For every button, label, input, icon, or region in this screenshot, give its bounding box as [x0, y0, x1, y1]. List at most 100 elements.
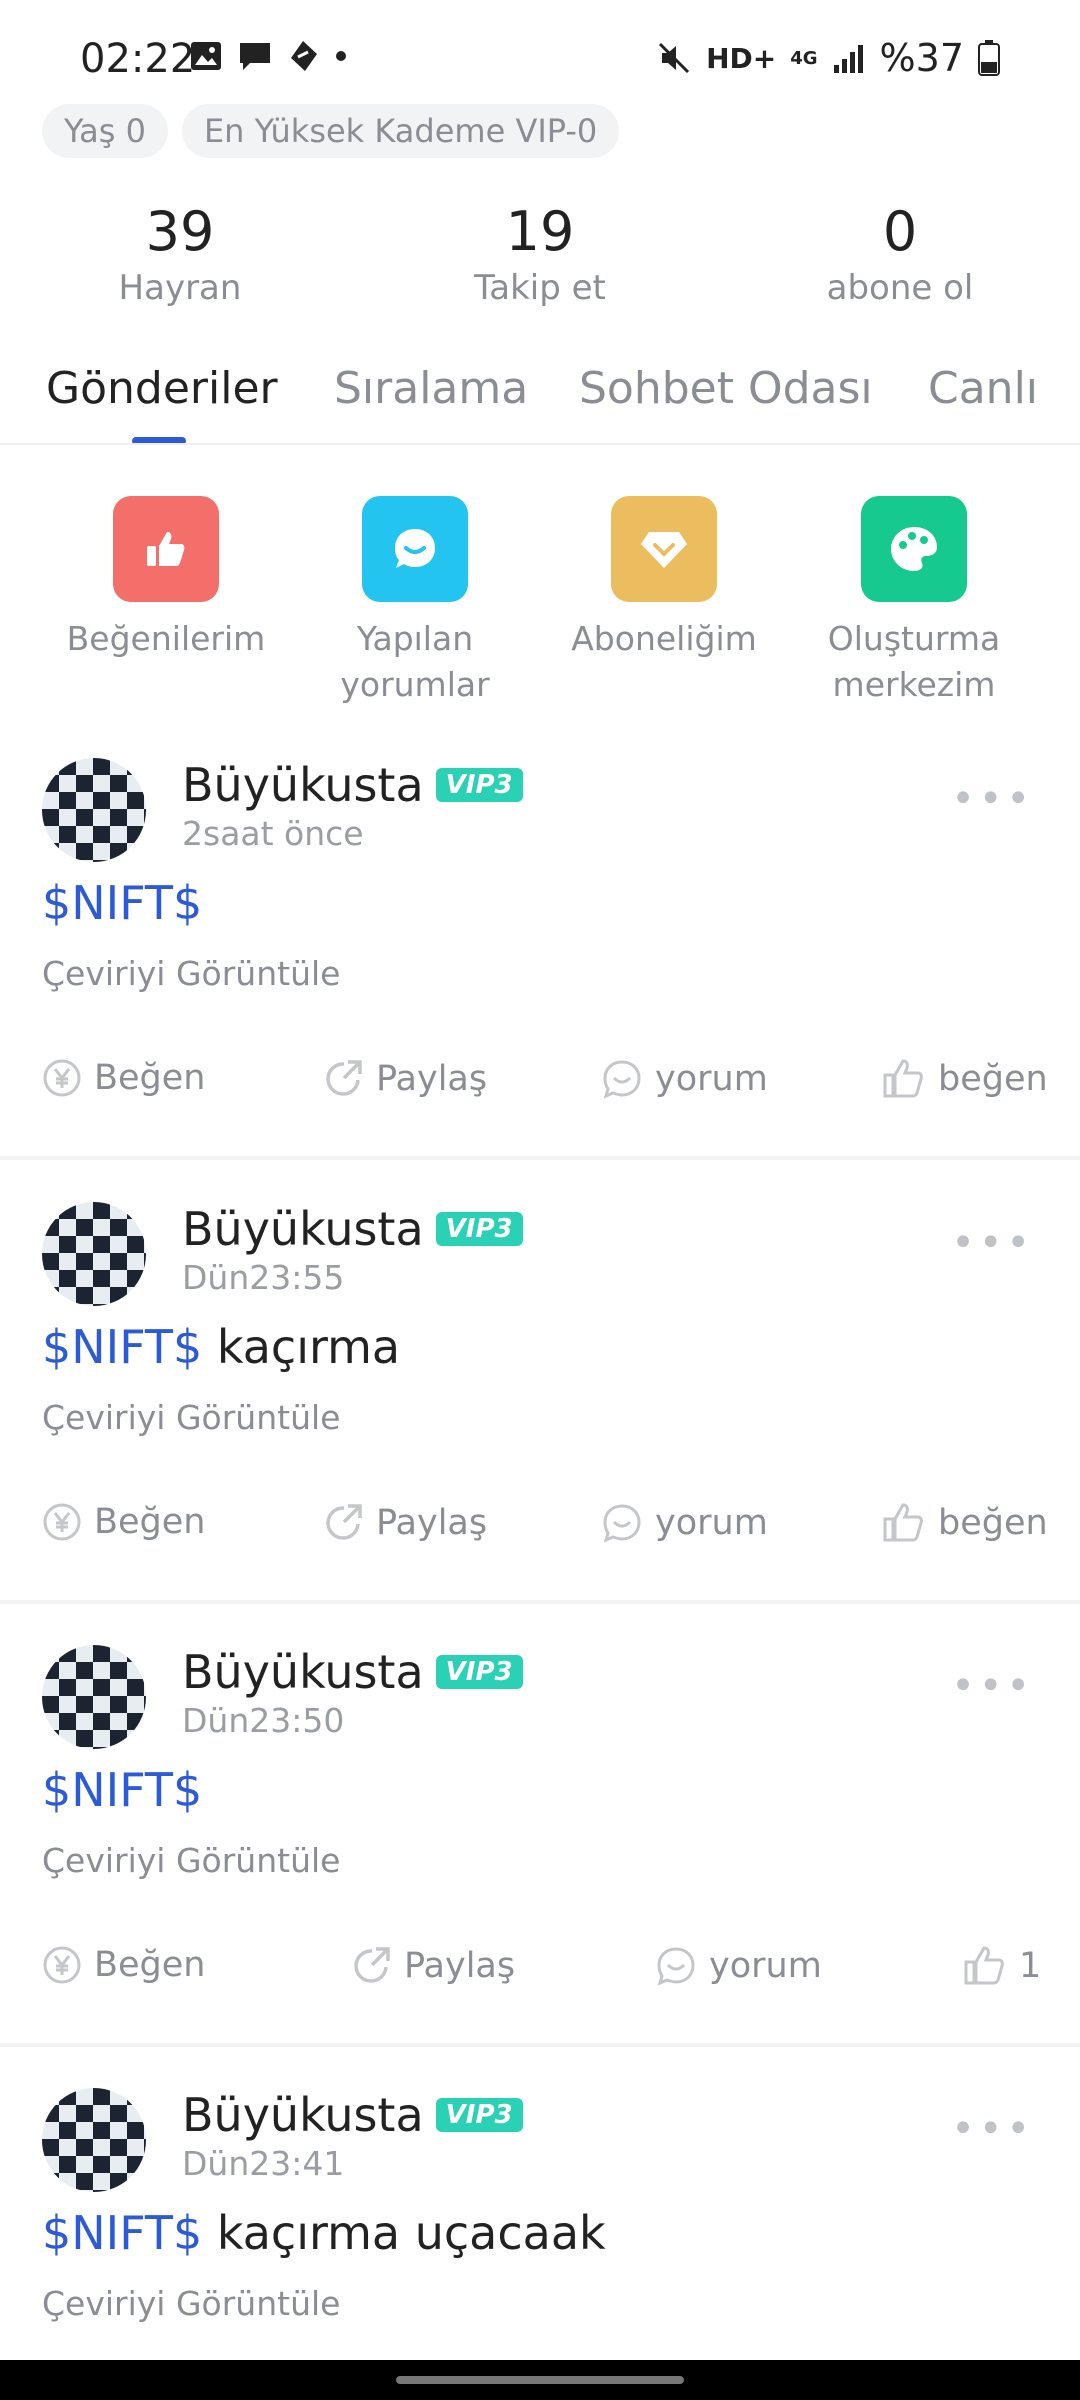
share-button[interactable]: Paylaş	[350, 1945, 515, 1987]
tab-posts[interactable]: Gönderiler	[46, 363, 278, 414]
post-text: kaçırma uçacaak	[202, 2206, 606, 2260]
shortcut-my-comments[interactable]: Yapılan yorumlar	[290, 496, 540, 708]
view-translation-link[interactable]: Çeviriyi Görüntüle	[42, 1841, 340, 1880]
tab-live[interactable]: Canlı	[928, 363, 1038, 414]
tip-label: Beğen	[94, 1058, 206, 1098]
shortcut-label: Aboneliğim	[571, 619, 757, 658]
post-content[interactable]: $NIFT$	[42, 1763, 202, 1817]
post-author[interactable]: Büyükusta VIP3	[182, 1645, 523, 1699]
yen-coin-icon	[43, 1946, 81, 1984]
ticker-link[interactable]: $NIFT$	[42, 876, 202, 930]
stat-value: 0	[882, 200, 918, 263]
ticker-link[interactable]: $NIFT$	[42, 1320, 202, 1374]
tip-label: Beğen	[94, 1502, 206, 1542]
avatar[interactable]	[42, 1645, 146, 1749]
view-translation-link[interactable]: Çeviriyi Görüntüle	[42, 954, 340, 993]
stat-subscribers[interactable]: 0 abone ol	[750, 200, 1050, 308]
author-name: Büyükusta	[182, 1202, 424, 1256]
comment-button[interactable]: yorum	[601, 1502, 768, 1544]
author-name: Büyükusta	[182, 1645, 424, 1699]
comment-label: yorum	[655, 1059, 768, 1099]
post-time: Dün23:50	[182, 1701, 345, 1740]
comment-button[interactable]: yorum	[655, 1945, 822, 1987]
tab-chat-room[interactable]: Sohbet Odası	[579, 363, 873, 414]
more-options-icon[interactable]: •••	[951, 776, 1034, 822]
share-label: Paylaş	[376, 1059, 488, 1099]
status-bar: 02:22 HD+ 4G %37	[0, 0, 1080, 110]
author-name: Büyükusta	[182, 2088, 424, 2142]
status-time: 02:22	[80, 36, 196, 82]
like-button[interactable]: 1	[963, 1945, 1041, 1987]
tab-ranking[interactable]: Sıralama	[334, 363, 528, 414]
like-count: 1	[1019, 1946, 1042, 1986]
shortcut-my-subscription[interactable]: Aboneliğim	[539, 496, 789, 662]
share-button[interactable]: Paylaş	[322, 1502, 487, 1544]
vip-badge: VIP3	[435, 1212, 523, 1246]
post-time: Dün23:55	[182, 1258, 345, 1297]
post-author[interactable]: Büyükusta VIP3	[182, 2088, 523, 2142]
mute-icon	[659, 42, 690, 74]
feed-post[interactable]: Büyükusta VIP3 Dün23:41 ••• $NIFT$ kaçır…	[0, 2088, 1080, 2360]
ticker-link[interactable]: $NIFT$	[42, 1763, 202, 1817]
vip-level-tag: En Yüksek Kademe VIP-0	[181, 104, 620, 158]
more-options-icon[interactable]: •••	[951, 1220, 1034, 1266]
stat-followers[interactable]: 39 Hayran	[30, 200, 330, 308]
share-icon	[326, 1504, 362, 1540]
like-button[interactable]: beğen	[882, 1058, 1048, 1100]
post-separator	[0, 2043, 1080, 2047]
view-translation-link[interactable]: Çeviriyi Görüntüle	[42, 1398, 340, 1437]
shortcut-creator-center[interactable]: Oluşturma merkezim	[789, 496, 1039, 708]
feed-post[interactable]: Büyükusta VIP3 Dün23:55 ••• $NIFT$ kaçır…	[0, 1202, 1080, 1642]
palette-icon	[861, 496, 967, 602]
tip-button[interactable]: Beğen	[42, 1502, 205, 1542]
shortcut-label: Oluşturma merkezim	[827, 619, 1001, 704]
ticker-link[interactable]: $NIFT$	[42, 2206, 202, 2260]
battery-percent: %37	[879, 36, 964, 80]
status-right: HD+ 4G %37	[656, 36, 1000, 80]
avatar[interactable]	[42, 1202, 146, 1306]
tip-button[interactable]: Beğen	[42, 1945, 205, 1985]
thumbs-up-outline-icon	[964, 1946, 1004, 1985]
more-options-icon[interactable]: •••	[951, 2106, 1034, 2152]
stat-label: Hayran	[118, 268, 242, 308]
feed-post[interactable]: Büyükusta VIP3 Dün23:50 ••• $NIFT$ Çevir…	[0, 1645, 1080, 2085]
avatar[interactable]	[42, 758, 146, 862]
share-icon	[354, 1947, 390, 1983]
dot-icon	[336, 51, 346, 61]
post-author[interactable]: Büyükusta VIP3	[182, 758, 523, 812]
comment-label: yorum	[709, 1946, 822, 1986]
message-icon	[240, 43, 270, 70]
like-button[interactable]: beğen	[882, 1502, 1048, 1544]
thumbs-up-outline-icon	[883, 1059, 923, 1098]
tip-button[interactable]: Beğen	[42, 1058, 205, 1098]
avatar[interactable]	[42, 2088, 146, 2192]
stat-following[interactable]: 19 Takip et	[390, 200, 690, 308]
more-options-icon[interactable]: •••	[951, 1663, 1034, 1709]
post-content[interactable]: $NIFT$ kaçırma uçacaak	[42, 2206, 606, 2260]
image-icon	[191, 42, 221, 70]
share-button[interactable]: Paylaş	[322, 1058, 487, 1100]
stat-label: abone ol	[826, 268, 974, 308]
post-text: kaçırma	[202, 1320, 401, 1374]
like-label: beğen	[938, 1503, 1048, 1543]
post-time: Dün23:41	[182, 2144, 345, 2183]
feed-post[interactable]: Büyükusta VIP3 2saat önce ••• $NIFT$ Çev…	[0, 758, 1080, 1198]
notification-icons	[190, 40, 348, 72]
post-time: 2saat önce	[182, 814, 364, 853]
profile-tabs: Gönderiler Sıralama Sohbet Odası Canlı	[0, 355, 1080, 445]
home-gesture-handle[interactable]	[396, 2376, 684, 2384]
share-label: Paylaş	[376, 1503, 488, 1543]
share-label: Paylaş	[404, 1946, 516, 1986]
post-content[interactable]: $NIFT$	[42, 876, 202, 930]
post-content[interactable]: $NIFT$ kaçırma	[42, 1320, 400, 1374]
signal-icon	[833, 45, 863, 73]
yen-coin-icon	[43, 1503, 81, 1541]
comment-button[interactable]: yorum	[601, 1058, 768, 1100]
view-translation-link[interactable]: Çeviriyi Görüntüle	[42, 2284, 340, 2323]
shortcut-label: Yapılan yorumlar	[340, 619, 490, 704]
comment-icon	[603, 1060, 641, 1099]
tabs-divider	[0, 443, 1080, 445]
vip-badge: VIP3	[435, 1655, 523, 1689]
post-author[interactable]: Büyükusta VIP3	[182, 1202, 523, 1256]
shortcut-my-likes[interactable]: Beğenilerim	[41, 496, 291, 662]
